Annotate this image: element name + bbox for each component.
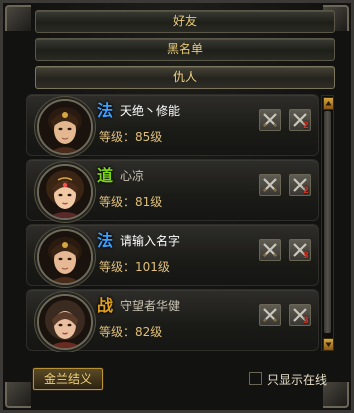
- count-badge: 2: [302, 121, 309, 131]
- avatar: [37, 99, 93, 155]
- count-badge: 2: [302, 186, 309, 196]
- scroll-down-button[interactable]: [323, 338, 334, 351]
- player-level: 等级：101级: [99, 260, 170, 274]
- attack-button[interactable]: [259, 174, 281, 196]
- list-scrollbar[interactable]: [321, 95, 334, 351]
- player-name: 守望者华健: [120, 299, 181, 313]
- count-badge: 3: [302, 251, 309, 261]
- category-tabs: 好友 黑名单 仇人: [35, 10, 335, 94]
- sworn-brotherhood-button[interactable]: 金兰结义: [33, 368, 103, 390]
- list-item[interactable]: 法 天绝丶修能 等级：85级 2: [26, 94, 319, 156]
- track-button[interactable]: 3: [289, 239, 311, 261]
- crossed-swords-icon: [263, 178, 277, 192]
- class-icon-taoist: 道: [97, 166, 114, 185]
- list-item[interactable]: 战 守望者华健 等级：82级 3: [26, 289, 319, 351]
- crossed-swords-icon: [263, 243, 277, 257]
- friends-window: 好友 黑名单 仇人 法 天绝丶修能 等级：85级 2 道 心凉 等级：81级 2…: [0, 0, 354, 413]
- arrow-up-icon: [325, 101, 332, 106]
- player-level: 等级：85级: [99, 130, 163, 144]
- scroll-up-button[interactable]: [323, 97, 334, 110]
- class-icon-mage: 法: [97, 101, 114, 120]
- track-button[interactable]: 2: [289, 109, 311, 131]
- scroll-thumb[interactable]: [324, 111, 331, 333]
- player-name: 天绝丶修能: [120, 104, 181, 118]
- track-button[interactable]: 2: [289, 174, 311, 196]
- attack-button[interactable]: [259, 109, 281, 131]
- avatar: [37, 294, 93, 350]
- list-item[interactable]: 法 请输入名字 等级：101级 3: [26, 224, 319, 286]
- arrow-down-icon: [325, 342, 332, 347]
- player-level: 等级：82级: [99, 325, 163, 339]
- online-only-checkbox[interactable]: [249, 372, 262, 385]
- avatar: [37, 164, 93, 220]
- player-name: 心凉: [120, 169, 145, 183]
- list-item[interactable]: 道 心凉 等级：81级 2: [26, 159, 319, 221]
- count-badge: 3: [302, 316, 309, 326]
- class-icon-warrior: 战: [97, 296, 114, 315]
- attack-button[interactable]: [259, 239, 281, 261]
- player-name: 请输入名字: [120, 234, 181, 248]
- tab-friends[interactable]: 好友: [35, 10, 335, 33]
- class-icon-mage: 法: [97, 231, 114, 250]
- tab-enemies[interactable]: 仇人: [35, 66, 335, 89]
- player-level: 等级：81级: [99, 195, 163, 209]
- crossed-swords-icon: [263, 308, 277, 322]
- crossed-swords-icon: [263, 113, 277, 127]
- track-button[interactable]: 3: [289, 304, 311, 326]
- frame-corner-ornament: [5, 382, 31, 408]
- avatar: [37, 229, 93, 285]
- online-only-label: 只显示在线: [267, 373, 328, 387]
- enemy-list: 法 天绝丶修能 等级：85级 2 道 心凉 等级：81级 2 法 请输入名字 等…: [26, 94, 319, 352]
- tab-blacklist[interactable]: 黑名单: [35, 38, 335, 61]
- attack-button[interactable]: [259, 304, 281, 326]
- frame-corner-ornament: [5, 5, 31, 31]
